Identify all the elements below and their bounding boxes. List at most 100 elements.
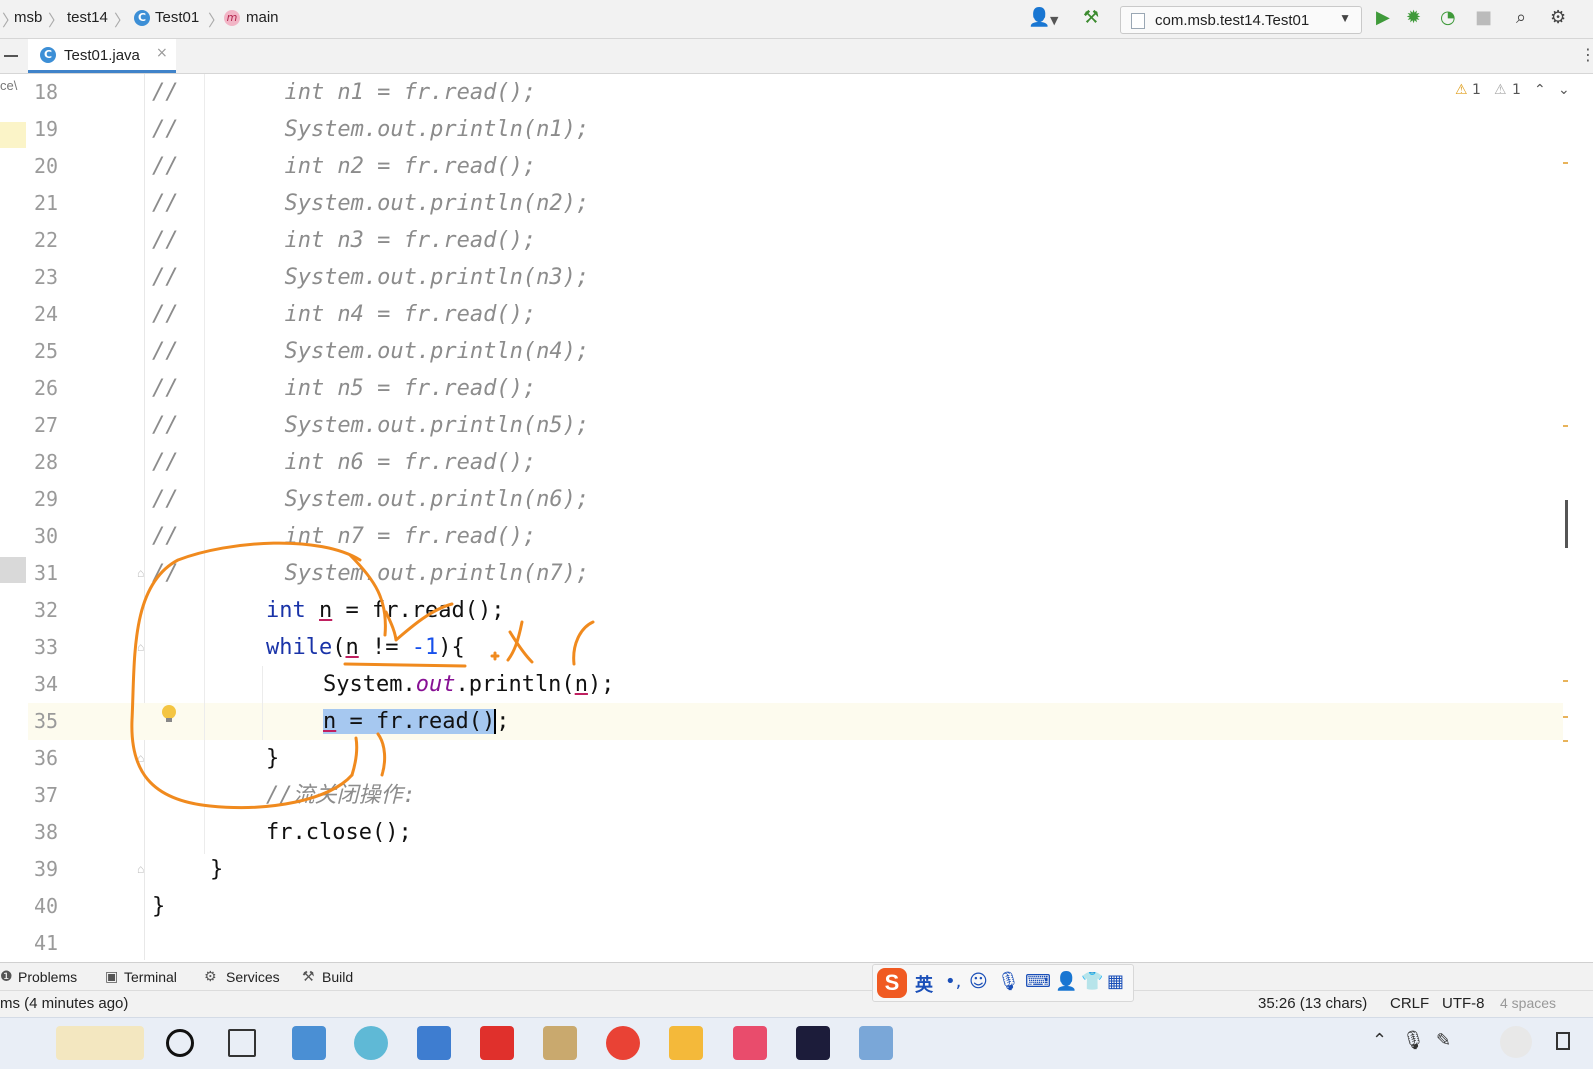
code-line[interactable]: 26 // int n5 = fr.read(); [28, 370, 1563, 407]
gear-icon[interactable]: ⚙ [1550, 7, 1566, 29]
build-hammer-icon[interactable]: ⚒ [1083, 7, 1099, 29]
code-line-current[interactable]: 35 n = fr.read(); [28, 703, 1563, 740]
code-line[interactable]: 38 fr.close(); [28, 814, 1563, 851]
line-separator[interactable]: CRLF [1390, 995, 1429, 1012]
code-text: // System.out.println(n5); [152, 413, 590, 438]
stop-icon[interactable]: ■ [1475, 7, 1492, 29]
network-app-icon[interactable] [354, 1026, 388, 1060]
code-line[interactable]: 39} [28, 851, 1563, 888]
breadcrumb-class[interactable]: Test01 [155, 9, 199, 26]
taskbar-widget-icon[interactable] [56, 1026, 144, 1060]
tool-window-services[interactable]: Services [226, 969, 280, 985]
coverage-icon[interactable]: ◔ [1440, 7, 1456, 29]
code-line[interactable]: 18 // int n1 = fr.read(); [28, 74, 1563, 111]
fold-marker-icon[interactable]: ⌂ [137, 640, 144, 654]
weak-warning-icon[interactable]: ⚠ [1494, 82, 1507, 98]
breadcrumb-module[interactable]: test14 [67, 9, 108, 26]
fold-marker-icon[interactable]: ⌂ [137, 862, 144, 876]
microphone-icon[interactable]: 🎙 [1402, 1030, 1425, 1051]
fold-marker-icon[interactable]: ⌂ [137, 751, 144, 765]
code-line[interactable]: 25 // System.out.println(n4); [28, 333, 1563, 370]
search-icon[interactable] [166, 1029, 194, 1057]
chevron-down-icon[interactable]: ▼ [1050, 10, 1058, 32]
breadcrumb-project[interactable]: msb [14, 9, 42, 26]
windows-taskbar: ⌃ 🎙 ✎ [0, 1017, 1593, 1069]
tool-window-build[interactable]: Build [322, 969, 353, 985]
ime-mode[interactable]: 英 [915, 971, 933, 997]
breadcrumb-separator: 〉 [208, 13, 225, 30]
code-line[interactable]: 24 // int n4 = fr.read(); [28, 296, 1563, 333]
variable-n: n [319, 598, 333, 623]
code-line[interactable]: 21 // System.out.println(n2); [28, 185, 1563, 222]
chevron-down-icon[interactable]: ⌄ [1558, 82, 1570, 98]
code-line[interactable]: 28 // int n6 = fr.read(); [28, 444, 1563, 481]
keyword-int: int [266, 598, 306, 623]
indent-guide [262, 666, 263, 740]
task-view-icon[interactable] [228, 1029, 256, 1057]
user-icon[interactable]: 👤 [1028, 7, 1050, 29]
line-number: 34 [34, 672, 59, 696]
monitor-app-icon[interactable] [292, 1026, 326, 1060]
tool-window-terminal[interactable]: Terminal [124, 969, 177, 985]
code-text: // System.out.println(n4); [152, 339, 590, 364]
chevron-up-icon[interactable]: ⌃ [1534, 82, 1546, 98]
calculator-icon[interactable] [417, 1026, 451, 1060]
toolbox-grid-icon[interactable]: ▦ [1107, 971, 1124, 992]
code-line[interactable]: 27 // System.out.println(n5); [28, 407, 1563, 444]
line-number: 23 [34, 265, 59, 289]
notification-icon[interactable] [1556, 1032, 1570, 1050]
code-line[interactable]: 31 // System.out.println(n7); [28, 555, 1563, 592]
youdao-icon[interactable] [480, 1026, 514, 1060]
intellij-idea-icon[interactable] [796, 1026, 830, 1060]
chevron-up-icon[interactable]: ⌃ [1372, 1030, 1387, 1051]
code-line[interactable]: 19 // System.out.println(n1); [28, 111, 1563, 148]
code-line[interactable]: 32 int n = fr.read(); [28, 592, 1563, 629]
code-line[interactable]: 29 // System.out.println(n6); [28, 481, 1563, 518]
punctuation-icon[interactable]: •, [945, 971, 961, 992]
skin-shirt-icon[interactable]: 👕 [1081, 971, 1103, 992]
status-message[interactable]: ms (4 minutes ago) [0, 995, 128, 1012]
chrome-icon[interactable] [606, 1026, 640, 1060]
file-encoding[interactable]: UTF-8 [1442, 995, 1485, 1012]
tab-test01-java[interactable]: C Test01.java × [28, 39, 176, 73]
code-line[interactable]: 30 // int n7 = fr.read(); [28, 518, 1563, 555]
fold-marker-icon[interactable]: ⌂ [137, 566, 144, 580]
code-fragment: System. [323, 672, 416, 697]
editor-scrollbar-thumb[interactable] [1565, 500, 1568, 548]
services-icon: ⚙ [204, 969, 217, 985]
minimize-icon[interactable] [4, 55, 18, 57]
code-line[interactable]: 20 // int n2 = fr.read(); [28, 148, 1563, 185]
code-line[interactable]: 33 while(n != -1){ [28, 629, 1563, 666]
intention-lightbulb-icon[interactable] [162, 705, 176, 719]
code-line[interactable]: 40} [28, 888, 1563, 925]
tool-window-problems[interactable]: Problems [18, 969, 77, 985]
code-line[interactable]: 36} [28, 740, 1563, 777]
emoji-icon[interactable]: ☺ [969, 971, 988, 992]
file-explorer-icon[interactable] [669, 1026, 703, 1060]
more-tabs-icon[interactable]: ⋮ [1580, 45, 1593, 64]
indent-setting[interactable]: 4 spaces [1500, 995, 1556, 1011]
keyboard-icon[interactable]: ⌨ [1025, 971, 1051, 992]
code-line[interactable]: 34 System.out.println(n); [28, 666, 1563, 703]
code-line[interactable]: 23 // System.out.println(n3); [28, 259, 1563, 296]
breadcrumb-method[interactable]: main [246, 9, 279, 26]
code-line[interactable]: 37 //流关闭操作: [28, 777, 1563, 814]
caret-position[interactable]: 35:26 (13 chars) [1258, 995, 1367, 1012]
app-icon[interactable] [859, 1026, 893, 1060]
warning-icon[interactable]: ⚠ [1455, 82, 1468, 98]
variable-n: n [323, 709, 337, 734]
microphone-icon[interactable]: 🎙 [997, 971, 1020, 992]
run-icon[interactable]: ▶ [1376, 7, 1390, 29]
recorder-icon[interactable] [1500, 1026, 1532, 1058]
run-configuration-selector[interactable]: com.msb.test14.Test01 ▼ [1120, 6, 1362, 34]
user-icon[interactable]: 👤 [1055, 971, 1077, 992]
xmind-icon[interactable] [733, 1026, 767, 1060]
sogou-logo-icon[interactable]: S [877, 968, 907, 998]
code-line[interactable]: 41 [28, 925, 1563, 962]
code-line[interactable]: 22 // int n3 = fr.read(); [28, 222, 1563, 259]
paint-app-icon[interactable] [543, 1026, 577, 1060]
debug-icon[interactable]: ✹ [1406, 7, 1421, 29]
pen-icon[interactable]: ✎ [1436, 1030, 1451, 1051]
close-icon[interactable]: × [156, 45, 168, 61]
search-icon[interactable]: ⌕ [1516, 7, 1526, 29]
